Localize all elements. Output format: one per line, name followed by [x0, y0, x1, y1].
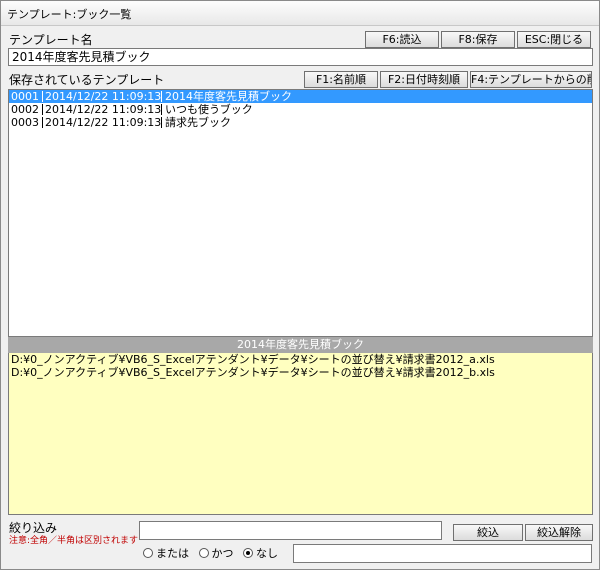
file-path-item[interactable]: D:¥0_ノンアクティブ¥VB6_S_Excelアテンダント¥データ¥シートの並…: [9, 366, 592, 379]
template-row[interactable]: 0001 2014/12/22 11:09:13 2014年度客先見積ブック: [9, 90, 592, 103]
filter-mode-none[interactable]: なし: [243, 545, 278, 561]
sort-by-name-button[interactable]: F1:名前順: [304, 71, 378, 88]
template-name: 2014年度客先見積ブック: [165, 90, 292, 103]
template-name: いつも使うブック: [165, 103, 253, 116]
template-id: 0002: [11, 103, 39, 116]
template-book-list-window: テンプレート:ブック一覧 テンプレート名 F6:読込 F8:保存 ESC:閉じる…: [0, 0, 600, 570]
sort-by-date-button[interactable]: F2:日付時刻順: [380, 71, 468, 88]
filter-mode-or[interactable]: または: [143, 545, 189, 561]
window-title: テンプレート:ブック一覧: [7, 8, 132, 21]
template-datetime: 2014/12/22 11:09:13: [45, 90, 162, 103]
filter-mode-radio-group: または かつ なし: [143, 545, 284, 561]
template-id: 0003: [11, 116, 39, 129]
save-button[interactable]: F8:保存: [441, 31, 515, 48]
radio-icon: [143, 548, 153, 558]
delete-template-button[interactable]: F4:テンプレートからの削除: [470, 71, 592, 88]
radio-selected-icon: [243, 548, 253, 558]
title-bar: テンプレート:ブック一覧: [1, 1, 599, 26]
template-row[interactable]: 0002 2014/12/22 11:09:13 いつも使うブック: [9, 103, 592, 116]
template-id: 0001: [11, 90, 39, 103]
template-name-input[interactable]: 2014年度客先見積ブック: [8, 48, 593, 66]
filter-note: 注意:全角／半角は区別されます: [9, 536, 139, 546]
filter-mode-and[interactable]: かつ: [198, 545, 234, 561]
template-name-label: テンプレート名: [9, 33, 93, 47]
close-button[interactable]: ESC:閉じる: [517, 31, 591, 48]
template-name: 請求先ブック: [165, 116, 231, 129]
template-files-list[interactable]: D:¥0_ノンアクティブ¥VB6_S_Excelアテンダント¥データ¥シートの並…: [8, 353, 593, 515]
template-datetime: 2014/12/22 11:09:13: [45, 116, 162, 129]
load-button[interactable]: F6:読込: [365, 31, 439, 48]
saved-templates-list[interactable]: 0001 2014/12/22 11:09:13 2014年度客先見積ブック 0…: [8, 89, 593, 337]
saved-templates-label: 保存されているテンプレート: [9, 73, 165, 87]
filter-input[interactable]: [139, 521, 442, 540]
template-row[interactable]: 0003 2014/12/22 11:09:13 請求先ブック: [9, 116, 592, 129]
filter-clear-button[interactable]: 絞込解除: [525, 524, 593, 541]
detail-header: 2014年度客先見積ブック: [8, 337, 593, 353]
template-datetime: 2014/12/22 11:09:13: [45, 103, 162, 116]
radio-icon: [198, 548, 209, 558]
filter-secondary-input[interactable]: [293, 544, 592, 563]
file-path-item[interactable]: D:¥0_ノンアクティブ¥VB6_S_Excelアテンダント¥データ¥シートの並…: [9, 353, 592, 366]
filter-apply-button[interactable]: 絞込: [453, 524, 523, 541]
